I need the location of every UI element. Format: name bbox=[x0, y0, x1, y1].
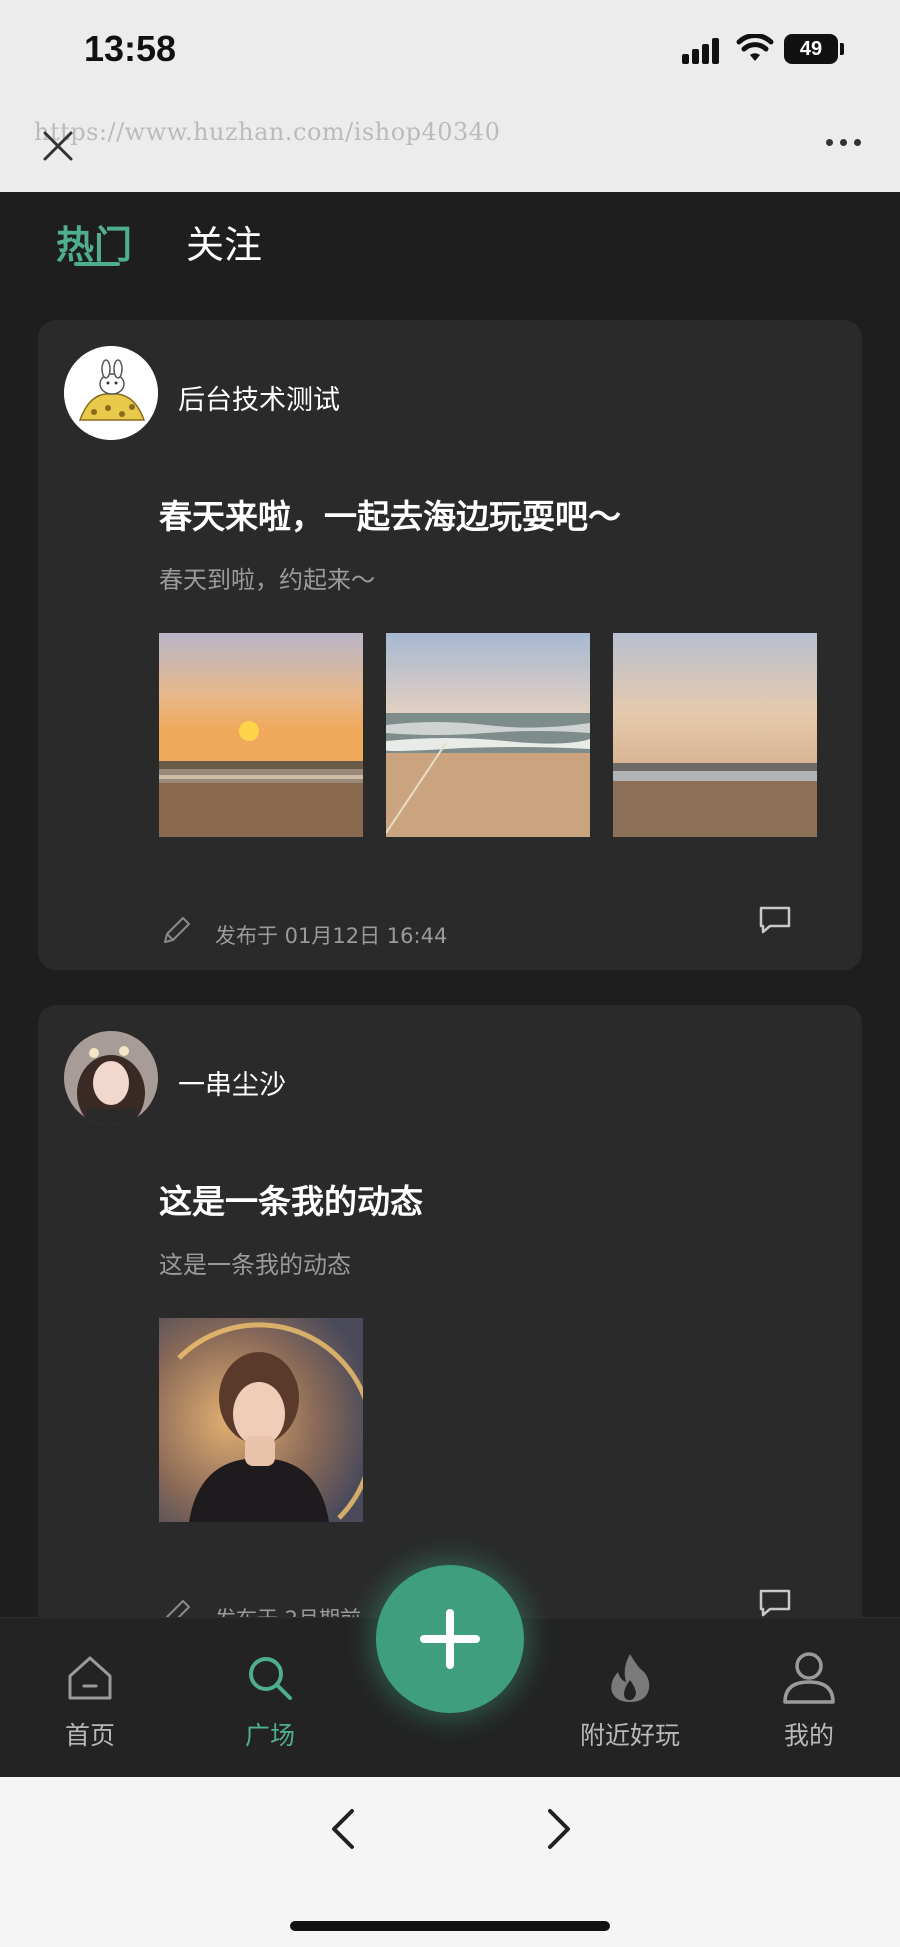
url-watermark: https://www.huzhan.com/ishop40340 bbox=[34, 118, 501, 146]
clock: 13:58 bbox=[84, 28, 177, 69]
post-title: 这是一条我的动态 bbox=[159, 1182, 423, 1221]
username[interactable]: 后台技术测试 bbox=[178, 378, 340, 417]
browser-bottom-nav bbox=[0, 1777, 900, 1947]
avatar[interactable] bbox=[64, 346, 158, 440]
username[interactable]: 一串尘沙 bbox=[178, 1063, 286, 1102]
tab-mine[interactable]: 我的 bbox=[749, 1648, 869, 1752]
tab-label: 附近好玩 bbox=[579, 1721, 680, 1750]
tab-hot[interactable]: 热门 bbox=[56, 214, 132, 269]
avatar[interactable] bbox=[64, 1031, 158, 1125]
forward-arrow-icon[interactable] bbox=[540, 1807, 576, 1851]
beach-waves-photo bbox=[386, 633, 590, 837]
pencil-icon bbox=[164, 917, 190, 943]
tab-nearby[interactable]: 附近好玩 bbox=[570, 1648, 690, 1752]
search-icon bbox=[249, 1657, 292, 1700]
post-subtitle: 这是一条我的动态 bbox=[159, 1251, 351, 1279]
tab-home[interactable]: 首页 bbox=[30, 1648, 150, 1752]
user-photo-avatar bbox=[64, 1031, 158, 1125]
battery-tip bbox=[840, 43, 844, 55]
comment-icon[interactable] bbox=[758, 1588, 792, 1617]
active-tab-indicator bbox=[74, 262, 120, 266]
more-options-icon[interactable] bbox=[824, 136, 864, 148]
tab-label: 首页 bbox=[64, 1721, 115, 1750]
post-feed[interactable]: 后台技术测试 春天来啦，一起去海边玩耍吧～ 春天到啦，约起来～ 发布于 01月1… bbox=[0, 312, 900, 1617]
feed-tabs: 热门 关注 bbox=[0, 192, 900, 312]
status-bar: 13:58 49 bbox=[0, 0, 900, 100]
post-card[interactable]: 后台技术测试 春天来啦，一起去海边玩耍吧～ 春天到啦，约起来～ 发布于 01月1… bbox=[38, 320, 862, 970]
bunny-avatar-icon bbox=[64, 346, 158, 440]
tab-square[interactable]: 广场 bbox=[210, 1648, 330, 1752]
flame-icon bbox=[611, 1654, 650, 1702]
wifi-icon bbox=[736, 34, 774, 61]
cellular-signal-icon bbox=[682, 36, 726, 64]
back-arrow-icon[interactable] bbox=[326, 1807, 362, 1851]
evening-beach-photo bbox=[613, 633, 817, 837]
portrait-photo bbox=[159, 1318, 363, 1522]
sunset-beach-photo bbox=[159, 633, 363, 837]
tab-follow[interactable]: 关注 bbox=[186, 214, 262, 269]
create-post-button[interactable] bbox=[376, 1565, 524, 1713]
plus-icon bbox=[420, 1609, 480, 1669]
post-image[interactable] bbox=[386, 633, 590, 837]
tab-label: 广场 bbox=[244, 1721, 295, 1750]
post-subtitle: 春天到啦，约起来～ bbox=[159, 566, 375, 594]
browser-toolbar: https://www.huzhan.com/ishop40340 bbox=[0, 100, 900, 192]
close-icon[interactable] bbox=[40, 128, 76, 164]
home-icon bbox=[68, 1656, 112, 1700]
comment-icon[interactable] bbox=[758, 905, 792, 935]
post-time: 发布于 01月12日 16:44 bbox=[215, 924, 448, 948]
post-card[interactable]: 一串尘沙 这是一条我的动态 这是一条我的动态 发布于 2月期前 bbox=[38, 1005, 862, 1617]
post-image[interactable] bbox=[159, 633, 363, 837]
user-icon bbox=[783, 1652, 835, 1704]
post-image[interactable] bbox=[159, 1318, 363, 1522]
post-image[interactable] bbox=[613, 633, 817, 837]
pencil-icon bbox=[165, 1600, 190, 1617]
home-indicator[interactable] bbox=[290, 1921, 610, 1931]
battery-icon: 49 bbox=[784, 34, 838, 64]
post-time: 发布于 2月期前 bbox=[215, 1603, 361, 1617]
post-title: 春天来啦，一起去海边玩耍吧～ bbox=[159, 497, 621, 536]
tab-label: 我的 bbox=[783, 1721, 834, 1750]
